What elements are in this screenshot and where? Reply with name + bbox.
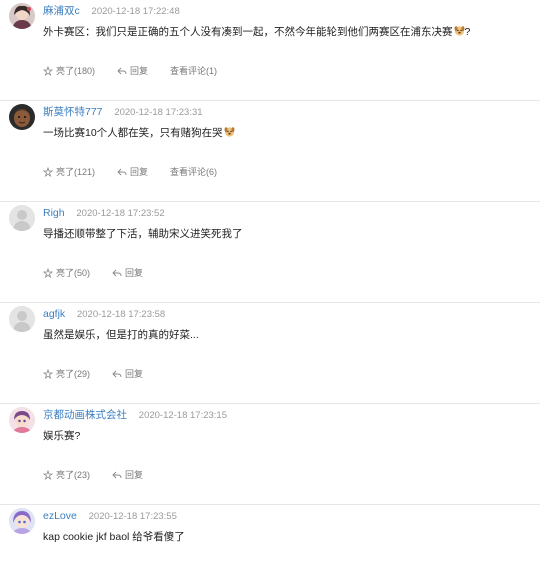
comment-item: 京都动画株式会社 2020-12-18 17:23:15 娱乐赛? 亮了(23)… bbox=[0, 404, 540, 505]
like-button[interactable]: 亮了(121) bbox=[43, 165, 95, 178]
reply-icon bbox=[112, 471, 122, 478]
comment-body: 娱乐赛? bbox=[43, 430, 81, 442]
light-icon bbox=[43, 65, 53, 76]
avatar[interactable] bbox=[9, 407, 35, 433]
comment-text: 娱乐赛? bbox=[43, 429, 80, 444]
girl-avatar-icon bbox=[9, 3, 35, 29]
reply-label: 回复 bbox=[125, 470, 144, 480]
dog-emoji-icon bbox=[224, 127, 235, 137]
view-comments-label: 查看评论(1) bbox=[170, 66, 218, 76]
reply-label: 回复 bbox=[130, 167, 149, 177]
avatar[interactable] bbox=[9, 205, 35, 231]
anime-avatar-icon bbox=[9, 407, 35, 433]
like-button[interactable]: 亮了(50) bbox=[43, 266, 90, 279]
dog-emoji-icon bbox=[454, 26, 464, 36]
comment-text: 导播还顺带整了下活，辅助宋义进笑死我了 bbox=[43, 227, 243, 242]
comment-meta: 麻浦双c 2020-12-18 17:22:48 bbox=[43, 4, 180, 19]
reply-icon bbox=[117, 67, 127, 74]
like-button[interactable]: 亮了(180) bbox=[43, 64, 95, 77]
comment-suffix: ? bbox=[464, 26, 471, 38]
reply-button[interactable]: 回复 bbox=[112, 266, 143, 279]
reply-label: 回复 bbox=[125, 369, 144, 379]
like-count: 亮了(29) bbox=[56, 369, 91, 379]
comment-body: 导播还顺带整了下活，辅助宋义进笑死我了 bbox=[43, 228, 243, 240]
reply-label: 回复 bbox=[125, 268, 144, 278]
username[interactable]: Righ bbox=[43, 207, 65, 219]
comment-actions: 亮了(121) 回复 查看评论(6) bbox=[43, 165, 239, 178]
comment-text: 一场比赛10个人都在笑，只有赌狗在哭 bbox=[43, 126, 235, 141]
timestamp: 2020-12-18 17:23:31 bbox=[114, 107, 203, 118]
comment-actions: 亮了(29) 回复 bbox=[43, 367, 165, 380]
reply-label: 回复 bbox=[130, 66, 149, 76]
comment-actions: 亮了(23) 回复 bbox=[43, 468, 165, 481]
timestamp: 2020-12-18 17:23:55 bbox=[88, 511, 177, 522]
comment-meta: 斯莫怀特777 2020-12-18 17:23:31 bbox=[43, 105, 203, 120]
light-icon bbox=[43, 469, 53, 480]
comment-actions: 亮了(180) 回复 查看评论(1) bbox=[43, 64, 239, 77]
view-comments-label: 查看评论(6) bbox=[170, 167, 218, 177]
like-count: 亮了(23) bbox=[56, 470, 91, 480]
comment-item: ezLove 2020-12-18 17:23:55 kap cookie jk… bbox=[0, 505, 540, 565]
timestamp: 2020-12-18 17:23:52 bbox=[76, 208, 165, 219]
username[interactable]: 麻浦双c bbox=[43, 5, 80, 17]
comment-meta: Righ 2020-12-18 17:23:52 bbox=[43, 206, 165, 221]
default-user-avatar-icon bbox=[9, 205, 35, 231]
avatar[interactable] bbox=[9, 104, 35, 130]
reply-button[interactable]: 回复 bbox=[112, 367, 143, 380]
comment-text: 外卡赛区：我们只是正确的五个人没有凑到一起，不然今年能轮到他们两赛区在浦东决赛? bbox=[43, 25, 470, 40]
dark-face-avatar-icon bbox=[9, 104, 35, 130]
reply-button[interactable]: 回复 bbox=[117, 165, 148, 178]
comment-item: 斯莫怀特777 2020-12-18 17:23:31 一场比赛10个人都在笑，… bbox=[0, 101, 540, 202]
comment-meta: 京都动画株式会社 2020-12-18 17:23:15 bbox=[43, 408, 227, 423]
reply-icon bbox=[112, 370, 122, 377]
reply-button[interactable]: 回复 bbox=[117, 64, 148, 77]
username[interactable]: ezLove bbox=[43, 510, 77, 522]
like-count: 亮了(180) bbox=[56, 66, 96, 76]
view-comments-link[interactable]: 查看评论(6) bbox=[170, 165, 217, 178]
light-icon bbox=[43, 267, 53, 278]
comment-list: 麻浦双c 2020-12-18 17:22:48 外卡赛区：我们只是正确的五个人… bbox=[0, 0, 540, 565]
avatar[interactable] bbox=[9, 3, 35, 29]
comment-body: kap cookie jkf baol 给爷看傻了 bbox=[43, 531, 185, 543]
comment-item: 麻浦双c 2020-12-18 17:22:48 外卡赛区：我们只是正确的五个人… bbox=[0, 0, 540, 101]
comment-body: 虽然是娱乐，但是打的真的好菜... bbox=[43, 329, 199, 341]
anime-girl-avatar-icon bbox=[9, 508, 35, 534]
reply-icon bbox=[117, 168, 127, 175]
comment-meta: agfjk 2020-12-18 17:23:58 bbox=[43, 307, 165, 322]
timestamp: 2020-12-18 17:23:15 bbox=[138, 410, 227, 421]
default-user-avatar-icon bbox=[9, 306, 35, 332]
username[interactable]: 斯莫怀特777 bbox=[43, 106, 103, 118]
comment-text: kap cookie jkf baol 给爷看傻了 bbox=[43, 530, 185, 545]
username[interactable]: agfjk bbox=[43, 308, 65, 320]
like-button[interactable]: 亮了(29) bbox=[43, 367, 90, 380]
like-count: 亮了(121) bbox=[56, 167, 96, 177]
timestamp: 2020-12-18 17:22:48 bbox=[91, 6, 180, 17]
reply-button[interactable]: 回复 bbox=[112, 468, 143, 481]
like-count: 亮了(50) bbox=[56, 268, 91, 278]
comment-actions: 亮了(50) 回复 bbox=[43, 266, 165, 279]
comment-item: agfjk 2020-12-18 17:23:58 虽然是娱乐，但是打的真的好菜… bbox=[0, 303, 540, 404]
avatar[interactable] bbox=[9, 508, 35, 534]
comment-meta: ezLove 2020-12-18 17:23:55 bbox=[43, 509, 177, 524]
avatar[interactable] bbox=[9, 306, 35, 332]
light-icon bbox=[43, 166, 53, 177]
reply-icon bbox=[112, 269, 122, 276]
light-icon bbox=[43, 368, 53, 379]
comment-text: 虽然是娱乐，但是打的真的好菜... bbox=[43, 328, 199, 343]
like-button[interactable]: 亮了(23) bbox=[43, 468, 90, 481]
comment-body: 外卡赛区：我们只是正确的五个人没有凑到一起，不然今年能轮到他们两赛区在浦东决赛 bbox=[43, 26, 453, 38]
comment-body: 一场比赛10个人都在笑，只有赌狗在哭 bbox=[43, 127, 223, 139]
timestamp: 2020-12-18 17:23:58 bbox=[76, 309, 166, 320]
view-comments-link[interactable]: 查看评论(1) bbox=[170, 64, 217, 77]
comment-item: Righ 2020-12-18 17:23:52 导播还顺带整了下活，辅助宋义进… bbox=[0, 202, 540, 303]
username[interactable]: 京都动画株式会社 bbox=[43, 409, 127, 421]
